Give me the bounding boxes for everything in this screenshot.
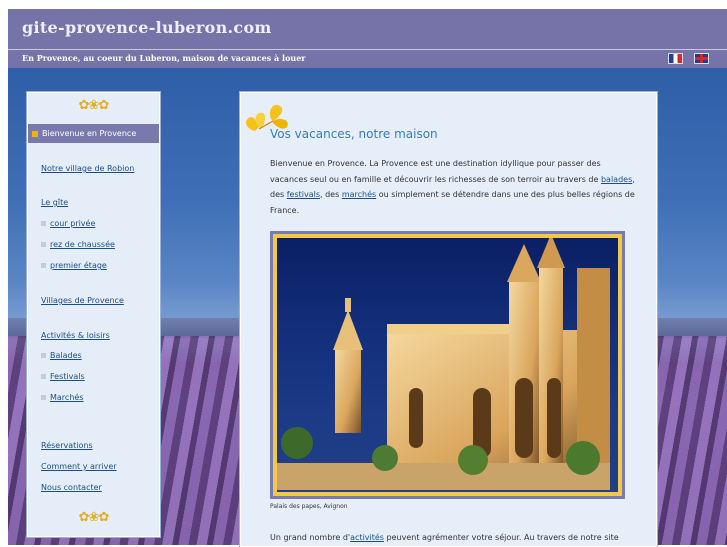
site-title[interactable]: gite-provence-luberon.com: [22, 18, 272, 37]
sidebar-item-village[interactable]: Notre village de Robion: [41, 164, 134, 173]
bullet-icon: [41, 353, 46, 358]
palais-des-papes-photo: [277, 238, 618, 492]
sidebar-item-label: Bienvenue en Provence: [42, 129, 137, 138]
bullet-icon: [41, 242, 46, 247]
sidebar-item-reservations[interactable]: Réservations: [41, 441, 93, 450]
flag-uk-icon[interactable]: [694, 53, 709, 64]
page-margin: [0, 0, 8, 545]
sidebar-subitem-cour-privee[interactable]: cour privée: [41, 219, 95, 228]
intro-paragraph: Bienvenue en Provence. La Provence est u…: [270, 159, 635, 215]
bullet-icon: [41, 395, 46, 400]
sidebar-item-contact[interactable]: Nous contacter: [41, 483, 102, 492]
sidebar-subitem-festivals[interactable]: Festivals: [41, 372, 85, 381]
ornament-bottom-icon: ✿❀✿: [78, 510, 110, 525]
link-marches[interactable]: marchés: [342, 190, 376, 199]
photo-frame: [270, 231, 625, 499]
sidebar-item-bienvenue[interactable]: Bienvenue en Provence: [28, 124, 159, 143]
sidebar-item-activites[interactable]: Activités & loisirs: [41, 331, 110, 340]
bullet-icon: [41, 374, 46, 379]
bullet-icon: [41, 263, 46, 268]
bullet-icon: [41, 221, 46, 226]
sidebar-nav: ✿❀✿ Bienvenue en Provence Notre village …: [27, 92, 160, 537]
site-header: gite-provence-luberon.com En Provence, a…: [8, 9, 727, 68]
link-festivals[interactable]: festivals: [287, 190, 320, 199]
header-divider: [8, 49, 727, 50]
main-content: Vos vacances, notre maison Bienvenue en …: [240, 92, 657, 547]
link-balades[interactable]: balades: [601, 175, 632, 184]
second-paragraph: Un grand nombre d'activités peuvent agré…: [270, 533, 619, 542]
page-heading: Vos vacances, notre maison: [270, 127, 438, 141]
photo-caption: Palais des papes, Avignon: [270, 503, 348, 510]
active-bullet-icon: [32, 130, 38, 137]
sidebar-subitem-rez-de-chaussee[interactable]: rez de chaussée: [41, 240, 115, 249]
sidebar-item-gite[interactable]: Le gîte: [41, 198, 68, 207]
site-tagline: En Provence, au coeur du Luberon, maison…: [22, 53, 306, 63]
sidebar-subitem-balades[interactable]: Balades: [41, 351, 82, 360]
link-activites[interactable]: activités: [350, 533, 384, 542]
sidebar-item-villages[interactable]: Villages de Provence: [41, 296, 124, 305]
sidebar-item-arriver[interactable]: Comment y arriver: [41, 462, 117, 471]
ornament-top-icon: ✿❀✿: [78, 98, 110, 113]
flag-fr-icon[interactable]: [668, 53, 683, 64]
sidebar-subitem-marches[interactable]: Marchés: [41, 393, 83, 402]
sidebar-subitem-premier-etage[interactable]: premier étage: [41, 261, 107, 270]
